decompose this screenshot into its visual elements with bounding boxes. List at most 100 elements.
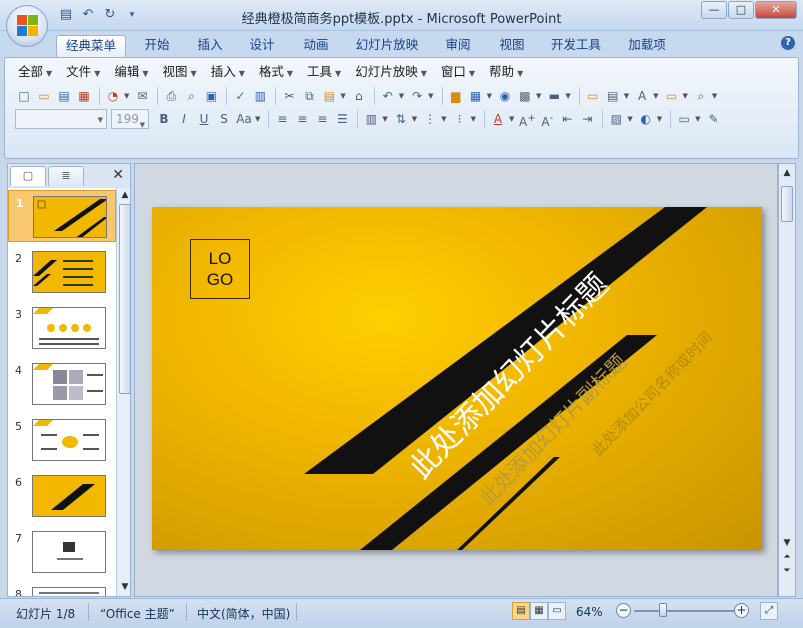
- chevron-down-icon[interactable]: ▼: [653, 92, 658, 100]
- shadow-icon[interactable]: S: [215, 110, 233, 128]
- font-name-select[interactable]: ▼: [15, 109, 107, 129]
- chevron-down-icon[interactable]: ▼: [255, 115, 260, 123]
- open-icon[interactable]: ▭: [35, 87, 53, 105]
- quick-styles-icon[interactable]: ▭: [675, 110, 693, 128]
- chevron-down-icon[interactable]: ▼: [627, 115, 632, 123]
- italic-icon[interactable]: I: [175, 110, 193, 128]
- slide-thumbnail-5[interactable]: 5: [8, 414, 116, 466]
- chevron-down-icon[interactable]: ▼: [536, 92, 541, 100]
- outline-icon[interactable]: ✎: [705, 110, 723, 128]
- slide-thumbnail-6[interactable]: 6: [8, 470, 116, 522]
- chevron-down-icon[interactable]: ▼: [565, 92, 570, 100]
- layout-icon[interactable]: ▤: [604, 87, 622, 105]
- font-color-icon[interactable]: A: [489, 110, 507, 128]
- grow-font-icon[interactable]: A+: [518, 110, 536, 129]
- find-icon[interactable]: ⌕: [692, 87, 710, 105]
- decrease-indent-icon[interactable]: ⇤: [558, 110, 576, 128]
- shrink-font-icon[interactable]: A-: [538, 110, 556, 129]
- shapes-icon[interactable]: ◐: [637, 110, 655, 128]
- textbox-icon[interactable]: A: [633, 87, 651, 105]
- increase-indent-icon[interactable]: ⇥: [578, 110, 596, 128]
- bullets-icon[interactable]: ⁝: [451, 110, 469, 128]
- slide-thumbnail-8[interactable]: 8: [8, 582, 116, 596]
- chevron-down-icon[interactable]: ▼: [695, 115, 700, 123]
- scroll-down-icon[interactable]: ▼: [780, 536, 794, 550]
- menu-help[interactable]: 帮助 ▼: [482, 63, 530, 81]
- redo-icon[interactable]: ↻: [102, 7, 118, 23]
- research-icon[interactable]: ▣: [202, 87, 220, 105]
- align-left-icon[interactable]: ≡: [273, 110, 291, 128]
- chevron-down-icon[interactable]: ▼: [509, 115, 514, 123]
- shape-fill-icon[interactable]: ▬: [545, 87, 563, 105]
- new-slide-icon[interactable]: ▭: [584, 87, 602, 105]
- scroll-up-icon[interactable]: ▲: [118, 188, 132, 202]
- tab-insert[interactable]: 插入: [188, 35, 232, 57]
- close-button[interactable]: ✕: [755, 1, 797, 19]
- office-button[interactable]: [6, 5, 48, 47]
- chevron-down-icon[interactable]: ▼: [657, 115, 662, 123]
- slide-thumbnail-4[interactable]: 4: [8, 358, 116, 410]
- chevron-down-icon[interactable]: ▼: [399, 92, 404, 100]
- tab-developer[interactable]: 开发工具: [544, 35, 608, 57]
- slide-thumbnail-7[interactable]: 7: [8, 526, 116, 578]
- paste-icon[interactable]: ▤: [320, 87, 338, 105]
- print-icon[interactable]: ⎙: [162, 87, 180, 105]
- permission-icon[interactable]: ◔: [104, 87, 122, 105]
- logo-placeholder[interactable]: LO GO: [190, 239, 250, 299]
- chevron-down-icon[interactable]: ▼: [382, 115, 387, 123]
- tab-slideshow[interactable]: 幻灯片放映: [348, 35, 426, 57]
- help-icon[interactable]: ?: [781, 36, 795, 50]
- zoom-in-icon[interactable]: +: [734, 603, 749, 618]
- thesaurus-icon[interactable]: ▥: [251, 87, 269, 105]
- bold-icon[interactable]: B: [155, 110, 173, 128]
- scroll-up-icon[interactable]: ▲: [780, 166, 794, 180]
- slide-canvas[interactable]: LO GO 此处添加幻灯片标题 此处添加幻灯片副标题 此处添加公司名称或时间: [152, 207, 762, 550]
- minimize-button[interactable]: —: [701, 1, 727, 19]
- chevron-down-icon[interactable]: ▼: [712, 92, 717, 100]
- table-icon[interactable]: ▦: [467, 87, 485, 105]
- normal-view-button[interactable]: ▤: [512, 602, 530, 620]
- chevron-down-icon[interactable]: ▼: [624, 92, 629, 100]
- attach-icon[interactable]: ✉: [133, 87, 151, 105]
- menu-slideshow[interactable]: 幻灯片放映 ▼: [348, 63, 434, 81]
- tab-animations[interactable]: 动画: [294, 35, 338, 57]
- previous-slide-icon[interactable]: ⏶: [780, 550, 794, 564]
- menu-all[interactable]: 全部 ▼: [11, 63, 59, 81]
- menu-insert[interactable]: 插入 ▼: [204, 63, 252, 81]
- hyperlink-icon[interactable]: ◉: [496, 87, 514, 105]
- zoom-slider[interactable]: [634, 610, 738, 612]
- save-as-pdf-icon[interactable]: ▦: [75, 87, 93, 105]
- chart-icon[interactable]: ▆: [447, 87, 465, 105]
- close-panel-icon[interactable]: ✕: [112, 167, 124, 183]
- slide-sorter-button[interactable]: ▦: [530, 602, 548, 620]
- zoom-out-icon[interactable]: −: [616, 603, 631, 618]
- tab-outline[interactable]: ≣: [48, 166, 84, 186]
- font-size-select[interactable]: 199 ▼: [111, 109, 149, 129]
- chevron-down-icon[interactable]: ▼: [441, 115, 446, 123]
- align-right-icon[interactable]: ≡: [313, 110, 331, 128]
- undo-icon[interactable]: ↶: [379, 87, 397, 105]
- menu-window[interactable]: 窗口 ▼: [434, 63, 482, 81]
- chevron-down-icon[interactable]: ▼: [412, 115, 417, 123]
- slide-scrollbar[interactable]: ▲ ▼ ⏶ ⏷: [778, 163, 796, 597]
- next-slide-icon[interactable]: ⏷: [780, 564, 794, 578]
- menu-format[interactable]: 格式 ▼: [252, 63, 300, 81]
- theme-name[interactable]: “Office 主题”: [100, 605, 175, 622]
- change-case-icon[interactable]: Aa: [235, 110, 253, 128]
- language-indicator[interactable]: 中文(简体，中国): [197, 605, 290, 622]
- color-grayscale-icon[interactable]: ▩: [516, 87, 534, 105]
- spelling-icon[interactable]: ✓: [231, 87, 249, 105]
- copy-icon[interactable]: ⧉: [300, 87, 318, 105]
- slideshow-view-button[interactable]: ▭: [548, 602, 566, 620]
- format-painter-icon[interactable]: ⌂: [350, 87, 368, 105]
- folder-icon[interactable]: ▭: [663, 87, 681, 105]
- tab-review[interactable]: 审阅: [436, 35, 480, 57]
- columns-icon[interactable]: ▥: [362, 110, 380, 128]
- justify-icon[interactable]: ☰: [333, 110, 351, 128]
- fit-to-window-icon[interactable]: ⤢: [760, 602, 778, 620]
- tab-slides[interactable]: ▢: [10, 166, 46, 186]
- tab-view[interactable]: 视图: [490, 35, 534, 57]
- menu-tools[interactable]: 工具 ▼: [300, 63, 348, 81]
- slide-thumbnail-2[interactable]: 2: [8, 246, 116, 298]
- arrange-icon[interactable]: ▨: [607, 110, 625, 128]
